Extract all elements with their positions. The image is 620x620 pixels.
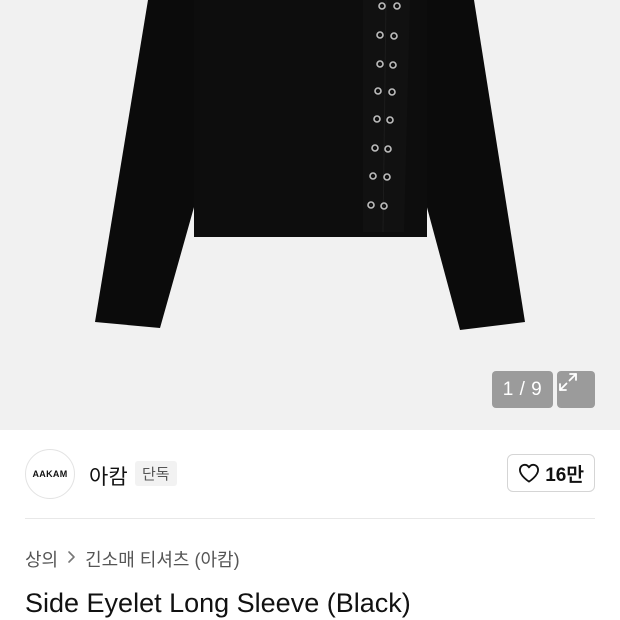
like-button[interactable]: 16만 — [507, 454, 595, 492]
heart-icon — [519, 463, 540, 483]
brand-row: AAKAM 아캄 단독 16만 — [0, 430, 620, 518]
product-photo-black-long-sleeve — [95, 0, 525, 330]
expand-button[interactable] — [557, 371, 595, 408]
divider — [25, 518, 595, 519]
brand-name[interactable]: 아캄 — [89, 461, 128, 491]
expand-arrows-icon — [559, 373, 577, 391]
product-image[interactable]: 1 / 9 — [0, 0, 620, 430]
breadcrumb-item-subcategory[interactable]: 긴소매 티셔츠 (아캄) — [85, 546, 239, 572]
exclusive-badge: 단독 — [135, 461, 177, 486]
product-title: Side Eyelet Long Sleeve (Black) — [25, 588, 411, 618]
brand-logo[interactable]: AAKAM — [25, 449, 75, 499]
chevron-right-icon — [67, 549, 76, 569]
breadcrumb: 상의 긴소매 티셔츠 (아캄) — [25, 546, 240, 572]
image-counter: 1 / 9 — [492, 371, 553, 408]
breadcrumb-item-category[interactable]: 상의 — [25, 546, 58, 572]
like-count: 16만 — [545, 464, 584, 486]
